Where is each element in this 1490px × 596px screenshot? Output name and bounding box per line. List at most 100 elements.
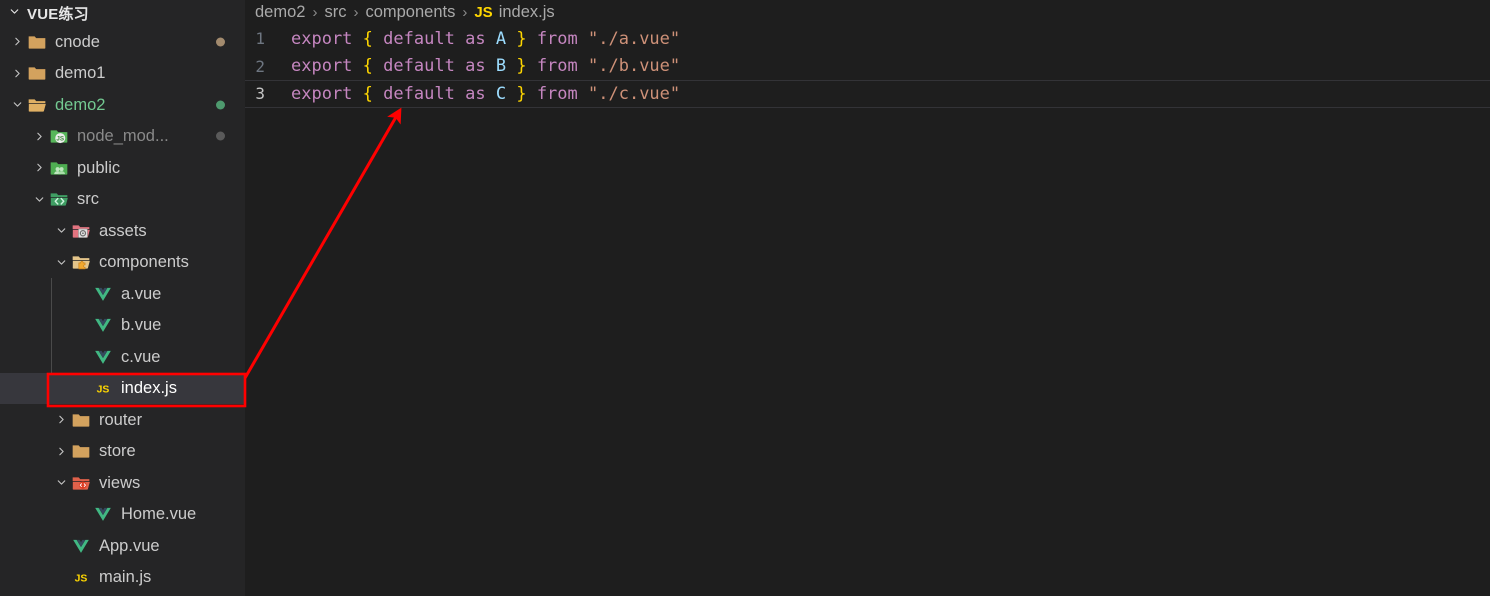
tree-item-label: b.vue	[121, 316, 162, 334]
code-token-keyword: export	[291, 56, 353, 77]
chevron-right-icon[interactable]	[52, 442, 70, 460]
folder-src-open-icon	[48, 188, 70, 210]
folder-icon	[26, 31, 48, 53]
explorer-title-row[interactable]: VUE练习	[0, 0, 245, 26]
editor-pane: demo2 › src › components › JS index.js 1 export …	[245, 0, 1490, 596]
vue-file-icon	[92, 346, 114, 368]
tree-item-label: node_mod...	[77, 127, 169, 145]
code-token-keyword: from	[536, 28, 578, 49]
breadcrumb-item[interactable]: demo2	[255, 3, 305, 22]
chevron-right-icon[interactable]	[8, 64, 26, 82]
tree-item-demo1[interactable]: demo1	[0, 58, 245, 90]
status-dot	[216, 37, 225, 47]
chevron-down-icon[interactable]	[52, 474, 70, 492]
tree-item-node-mod-[interactable]: JS node_mod...	[0, 121, 245, 153]
tree-item-label: components	[99, 253, 189, 271]
javascript-file-icon: JS	[92, 377, 114, 399]
tree-item-store[interactable]: store	[0, 436, 245, 468]
chevron-right-icon[interactable]	[8, 33, 26, 51]
code-line-text: export { default as A } from "./a.vue"	[291, 29, 680, 49]
chevron-down-icon[interactable]	[8, 96, 26, 114]
chevron-down-icon	[8, 5, 21, 22]
code-token-string: "./c.vue"	[588, 83, 681, 104]
status-dot	[216, 100, 225, 110]
tree-item-src[interactable]: src	[0, 184, 245, 216]
tree-item-label: src	[77, 190, 99, 208]
breadcrumb-file-name[interactable]: index.js	[499, 3, 555, 22]
tree-item-label: demo2	[55, 95, 106, 114]
code-line[interactable]: 1 export { default as A } from "./a.vue"	[245, 25, 1490, 53]
tree-item-label: cnode	[55, 32, 100, 51]
chevron-down-icon[interactable]	[52, 222, 70, 240]
code-token-identifier: B	[495, 56, 507, 77]
code-token-brace: }	[516, 28, 527, 49]
folder-icon	[26, 62, 48, 84]
breadcrumb-item[interactable]: src	[324, 3, 346, 22]
code-line-text: export { default as C } from "./c.vue"	[291, 84, 680, 104]
code-token-keyword: default	[383, 56, 455, 77]
svg-text:JS: JS	[75, 574, 88, 585]
folder-open-icon	[26, 94, 48, 116]
chevron-right-icon[interactable]	[30, 127, 48, 145]
tree-item-label: demo1	[55, 64, 106, 82]
breadcrumb-item[interactable]: components	[365, 3, 455, 22]
chevron-down-icon[interactable]	[52, 253, 70, 271]
folder-public-icon	[48, 157, 70, 179]
tree-item-a-vue[interactable]: a.vue	[0, 278, 245, 310]
code-token-brace: {	[362, 28, 373, 49]
chevron-right-icon[interactable]	[52, 411, 70, 429]
vue-file-icon	[92, 283, 114, 305]
line-number: 3	[255, 84, 265, 104]
folder-images-open-icon	[70, 220, 92, 242]
tree-item-home-vue[interactable]: Home.vue	[0, 499, 245, 531]
javascript-file-icon: JS	[474, 4, 493, 21]
code-line[interactable]: 3 export { default as C } from "./c.vue"	[245, 80, 1490, 108]
code-line[interactable]: 2 export { default as B } from "./b.vue"	[245, 53, 1490, 81]
status-dot	[216, 131, 225, 141]
code-token-keyword: export	[291, 83, 353, 104]
tree-item-label: assets	[99, 221, 147, 240]
code-token-keyword: default	[383, 28, 455, 49]
tree-item-demo2[interactable]: demo2	[0, 89, 245, 121]
tree-item-main-js[interactable]: JS main.js	[0, 562, 245, 594]
tree-item-index-js[interactable]: JS index.js	[0, 372, 245, 404]
vue-file-icon	[92, 503, 114, 525]
folder-views-open-icon	[70, 472, 92, 494]
tree-item-public[interactable]: public	[0, 152, 245, 184]
tree-item-cnode[interactable]: cnode	[0, 26, 245, 58]
folder-node-icon: JS	[48, 125, 70, 147]
tree-item-app-vue[interactable]: App.vue	[0, 530, 245, 562]
code-token-brace: {	[362, 83, 373, 104]
tree-item-b-vue[interactable]: b.vue	[0, 310, 245, 342]
tree-item-label: views	[99, 473, 141, 492]
breadcrumb[interactable]: demo2 › src › components › JS index.js	[245, 0, 1490, 25]
code-token-keyword: from	[536, 56, 578, 77]
tree-item-c-vue[interactable]: c.vue	[0, 341, 245, 373]
tree-item-label: index.js	[121, 379, 177, 397]
tree-item-label: public	[77, 158, 121, 177]
code-token-brace: }	[516, 56, 527, 77]
tree-item-label: main.js	[99, 568, 152, 586]
code-token-string: "./b.vue"	[588, 56, 681, 77]
chevron-right-icon[interactable]	[30, 159, 48, 177]
code-token-identifier: A	[495, 28, 507, 49]
tree-item-views[interactable]: views	[0, 467, 245, 499]
tree-item-router[interactable]: router	[0, 404, 245, 436]
tree-item-components[interactable]: components	[0, 247, 245, 279]
code-content[interactable]: 1 export { default as A } from "./a.vue" 2…	[245, 25, 1490, 108]
chevron-down-icon[interactable]	[30, 190, 48, 208]
tree-item-assets[interactable]: assets	[0, 215, 245, 247]
vue-file-icon	[92, 314, 114, 336]
